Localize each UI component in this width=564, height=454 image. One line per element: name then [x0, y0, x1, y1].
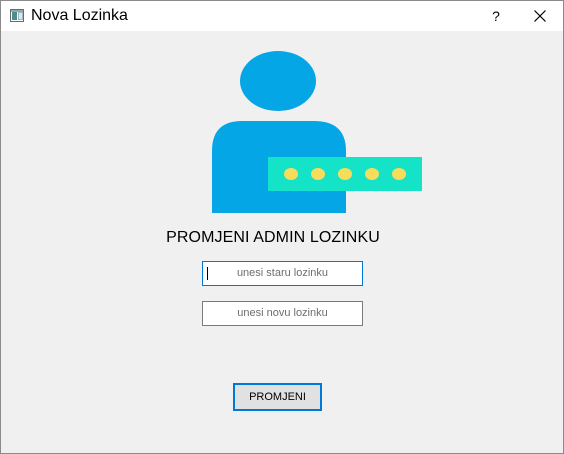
password-dot: [311, 168, 325, 180]
password-dot: [284, 168, 298, 180]
app-window-icon: [10, 9, 24, 22]
user-password-illustration: [212, 51, 422, 213]
password-dot: [365, 168, 379, 180]
password-dot: [392, 168, 406, 180]
new-password-field[interactable]: unesi novu lozinku: [202, 301, 363, 326]
user-head: [240, 51, 316, 111]
dialog-window: Nova Lozinka ? PROMJENI ADMIN LOZINKU un…: [0, 0, 564, 454]
change-password-button[interactable]: PROMJENI: [233, 383, 322, 411]
old-password-field[interactable]: unesi staru lozinku: [202, 261, 363, 286]
close-icon: [534, 10, 546, 22]
change-password-button-label: PROMJENI: [249, 391, 306, 403]
form-heading: PROMJENI ADMIN LOZINKU: [166, 229, 380, 246]
title-bar[interactable]: Nova Lozinka ?: [1, 1, 563, 31]
old-password-placeholder: unesi staru lozinku: [236, 267, 329, 279]
close-button[interactable]: [517, 1, 563, 31]
new-password-placeholder: unesi novu lozinku: [237, 307, 328, 319]
password-dot: [338, 168, 352, 180]
help-button[interactable]: ?: [481, 1, 511, 31]
text-caret: [207, 267, 208, 280]
window-title: Nova Lozinka: [31, 7, 128, 24]
